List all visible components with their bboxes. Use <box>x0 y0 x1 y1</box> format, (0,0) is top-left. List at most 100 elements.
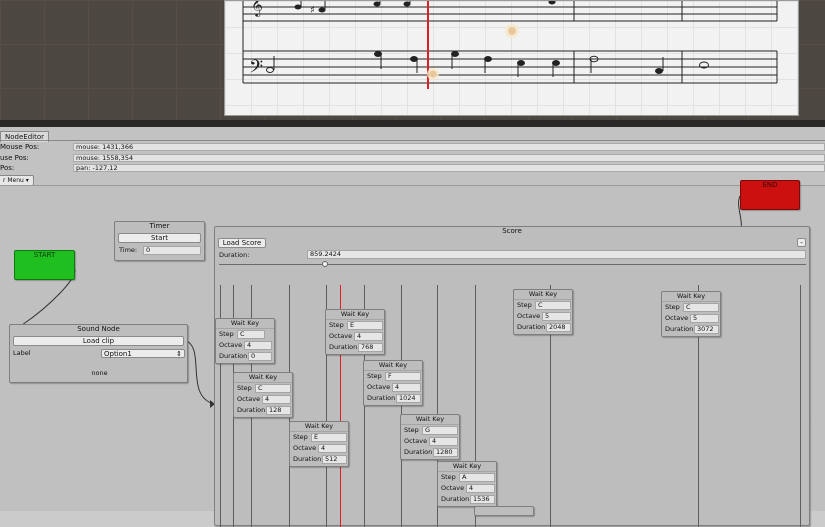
octave-label: Octave <box>237 395 261 403</box>
sound-clip-status: none <box>91 369 108 377</box>
duration-field[interactable]: 1536 <box>470 495 495 504</box>
step-label: Step <box>219 330 234 338</box>
octave-field[interactable]: 4 <box>354 332 383 341</box>
timer-node[interactable]: Timer Start Time: 0 <box>114 221 205 261</box>
step-label: Step <box>237 384 252 392</box>
sheet-music-staff: 𝄞 𝄢 ♯ <box>242 1 778 89</box>
duration-label: Duration <box>237 406 266 414</box>
sound-node-title: Sound Node <box>77 325 120 333</box>
step-field[interactable]: C <box>237 330 265 339</box>
score-slider-track[interactable] <box>219 264 806 265</box>
score-duration-field[interactable]: 859.2424 <box>307 250 806 259</box>
duration-label: Duration <box>517 323 546 331</box>
svg-text:𝄞: 𝄞 <box>251 1 263 17</box>
step-field[interactable]: C <box>683 303 719 312</box>
start-node-title: START <box>33 251 56 259</box>
step-label: Step <box>665 303 680 311</box>
timer-start-button[interactable]: Start <box>118 233 201 243</box>
chevron-down-icon: ▾ <box>25 177 29 184</box>
end-node-title: END <box>762 181 778 189</box>
load-clip-button[interactable]: Load clip <box>13 336 184 346</box>
score-node[interactable]: Score Load Score - Duration: 859.2424 <box>214 226 810 527</box>
octave-field[interactable]: 4 <box>318 444 347 453</box>
timer-time-label: Time: <box>119 246 138 254</box>
collapse-minus-button[interactable]: - <box>797 238 806 247</box>
wait-key-node[interactable]: Wait Key Step F Octave 4 Duration 1024 <box>363 360 423 406</box>
octave-field[interactable]: 5 <box>542 312 571 321</box>
octave-label: Octave <box>665 314 689 322</box>
wait-key-node[interactable]: Wait Key Step G Octave 4 Duration 1280 <box>400 414 460 460</box>
wait-key-title: Wait Key <box>364 361 422 371</box>
duration-label: Duration <box>219 352 248 360</box>
step-label: Step <box>329 321 344 329</box>
wait-key-node[interactable]: Wait Key Step C Octave 5 Duration 3072 <box>661 291 721 337</box>
octave-field[interactable]: 4 <box>244 341 272 350</box>
wait-key-node[interactable]: Wait Key Step E Octave 4 Duration 512 <box>289 421 349 467</box>
scene-bottom-bar <box>0 120 825 127</box>
info-field-pan: pan: -127,12 <box>73 164 825 172</box>
score-duration-label: Duration: <box>219 251 250 259</box>
timer-time-field[interactable]: 0 <box>143 246 201 255</box>
duration-field[interactable]: 0 <box>248 352 272 361</box>
score-slider-thumb[interactable] <box>321 261 328 267</box>
duration-field[interactable]: 1280 <box>433 448 458 457</box>
svg-text:𝄢: 𝄢 <box>249 57 263 82</box>
step-label: Step <box>404 426 419 434</box>
node-canvas[interactable]: START END Timer Start Time: 0 Sound Node… <box>0 180 825 527</box>
wait-key-node[interactable]: Wait Key Step C Octave 5 Duration 2048 <box>513 289 573 335</box>
duration-label: Duration <box>665 325 694 333</box>
wait-key-node[interactable]: Wait Key Step C Octave 4 Duration 0 <box>215 318 275 364</box>
wait-key-node-partial[interactable] <box>474 506 534 516</box>
octave-label: Octave <box>219 341 243 349</box>
duration-field[interactable]: 768 <box>358 343 383 352</box>
step-field[interactable]: E <box>311 433 347 442</box>
sound-node[interactable]: Sound Node Load clip Label Option1 ⇕ none <box>9 324 188 383</box>
end-node[interactable]: END <box>740 180 800 210</box>
duration-label: Duration <box>367 394 396 402</box>
octave-field[interactable]: 5 <box>690 314 719 323</box>
step-label: Step <box>293 433 308 441</box>
octave-field[interactable]: 4 <box>429 437 458 446</box>
wait-key-node[interactable]: Wait Key Step E Octave 4 Duration 768 <box>325 309 385 355</box>
timeline-line <box>401 285 402 527</box>
duration-field[interactable]: 2048 <box>546 323 571 332</box>
info-label-use-pos: use Pos: <box>0 154 29 162</box>
step-field[interactable]: C <box>535 301 571 310</box>
sound-option-value: Option1 <box>104 350 132 358</box>
duration-field[interactable]: 1024 <box>396 394 421 403</box>
updown-arrow-icon: ⇕ <box>176 350 182 358</box>
sheet-music-plane: 𝄞 𝄢 ♯ <box>224 0 799 116</box>
step-label: Step <box>367 372 382 380</box>
menu-label: r Menu <box>3 177 24 184</box>
octave-field[interactable]: 4 <box>466 484 495 493</box>
octave-label: Octave <box>329 332 353 340</box>
octave-field[interactable]: 4 <box>262 395 291 404</box>
wait-key-node[interactable]: Wait Key Step A Octave 4 Duration 1536 <box>437 461 497 507</box>
duration-label: Duration <box>404 448 433 456</box>
step-field[interactable]: F <box>385 372 421 381</box>
node-editor-window: NodeEditor Mouse Pos: mouse: 1431,366 us… <box>0 127 825 527</box>
duration-field[interactable]: 512 <box>322 455 347 464</box>
score-node-title: Score <box>502 227 522 235</box>
duration-label: Duration <box>441 495 470 503</box>
wait-key-title: Wait Key <box>234 373 292 383</box>
tab-bar-line <box>0 140 825 141</box>
octave-label: Octave <box>517 312 541 320</box>
step-field[interactable]: G <box>422 426 458 435</box>
step-field[interactable]: E <box>347 321 383 330</box>
duration-label: Duration <box>329 343 358 351</box>
wait-key-title: Wait Key <box>662 292 720 302</box>
duration-field[interactable]: 128 <box>266 406 291 415</box>
start-node[interactable]: START <box>14 250 75 280</box>
octave-label: Octave <box>441 484 465 492</box>
timeline-line <box>800 285 801 527</box>
duration-field[interactable]: 3072 <box>694 325 719 334</box>
wait-key-title: Wait Key <box>514 290 572 300</box>
octave-field[interactable]: 4 <box>392 383 421 392</box>
sound-option-select[interactable]: Option1 ⇕ <box>101 349 185 358</box>
wait-key-node[interactable]: Wait Key Step C Octave 4 Duration 128 <box>233 372 293 418</box>
load-score-button[interactable]: Load Score <box>218 238 266 248</box>
step-field[interactable]: C <box>255 384 291 393</box>
step-field[interactable]: A <box>459 473 495 482</box>
octave-label: Octave <box>367 383 391 391</box>
